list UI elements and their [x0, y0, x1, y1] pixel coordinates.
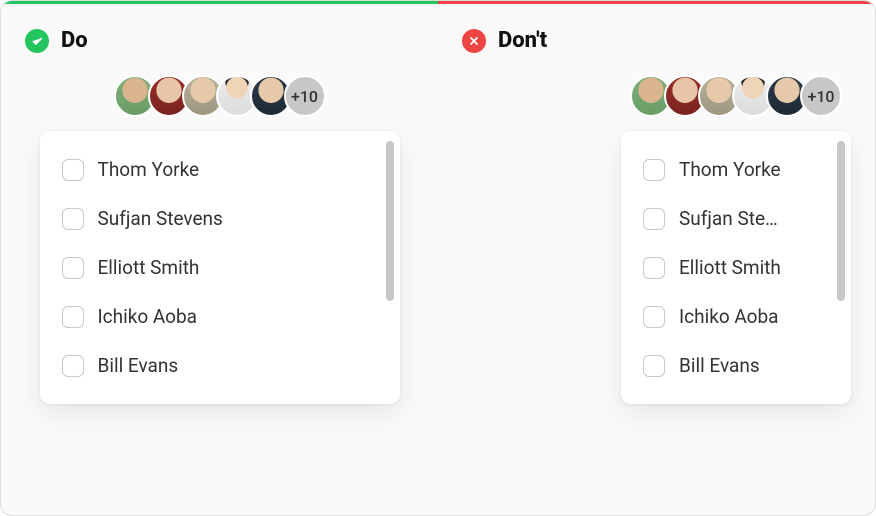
checkbox[interactable] [643, 159, 665, 181]
list-item-label: Thom Yorke [679, 158, 781, 181]
list-item-label: Ichiko Aoba [98, 305, 198, 328]
list-item[interactable]: Sufjan Stevens [58, 194, 382, 243]
user-list: Thom Yorke Sufjan Stevens Elliott Smith [40, 139, 400, 396]
list-item[interactable]: Elliott Smith [639, 243, 833, 292]
avatar-overflow-label: +10 [291, 87, 318, 106]
avatar-overflow[interactable]: +10 [284, 75, 326, 117]
list-item-label: Elliott Smith [679, 256, 781, 279]
checkbox[interactable] [62, 208, 84, 230]
avatar-overflow-label: +10 [807, 87, 834, 106]
dont-title: Don't [498, 28, 547, 53]
list-item-label: Ichiko Aoba [679, 305, 779, 328]
list-item-label: Bill Evans [679, 354, 760, 377]
list-item[interactable]: Thom Yorke [58, 145, 382, 194]
check-circle-icon [25, 29, 49, 53]
list-item[interactable]: Bill Evans [639, 341, 833, 390]
scrollbar[interactable] [386, 141, 394, 301]
list-item[interactable]: Thom Yorke [639, 145, 833, 194]
list-item[interactable]: Elliott Smith [58, 243, 382, 292]
list-item-label: Bill Evans [98, 354, 179, 377]
checkbox[interactable] [62, 257, 84, 279]
list-item-label: Sufjan Ste… [679, 207, 778, 230]
do-heading: Do [25, 28, 88, 53]
list-item-label: Sufjan Stevens [98, 207, 223, 230]
checkbox[interactable] [643, 257, 665, 279]
checkbox[interactable] [643, 306, 665, 328]
do-title: Do [61, 28, 88, 53]
list-item-label: Thom Yorke [98, 158, 200, 181]
avatar-group[interactable]: +10 [114, 75, 326, 117]
list-item[interactable]: Sufjan Ste… [639, 194, 833, 243]
example-frame: Do +10 [0, 0, 876, 516]
checkbox[interactable] [643, 355, 665, 377]
dont-heading: Don't [462, 28, 547, 53]
scrollbar[interactable] [837, 141, 845, 301]
close-circle-icon [462, 29, 486, 53]
dont-column: Don't +10 [438, 4, 875, 515]
list-item-label: Elliott Smith [98, 256, 200, 279]
popover-do: Thom Yorke Sufjan Stevens Elliott Smith [40, 131, 400, 404]
dont-content: +10 Thom Yorke Sufjan Ste… [621, 75, 851, 404]
columns: Do +10 [1, 4, 875, 515]
user-list: Thom Yorke Sufjan Ste… Elliott Smith [621, 139, 851, 396]
list-item[interactable]: Ichiko Aoba [58, 292, 382, 341]
checkbox[interactable] [62, 306, 84, 328]
list-item[interactable]: Ichiko Aoba [639, 292, 833, 341]
popover-dont: Thom Yorke Sufjan Ste… Elliott Smith [621, 131, 851, 404]
avatar-group[interactable]: +10 [630, 75, 842, 117]
do-content: +10 Thom Yorke Sufjan Stevens [40, 75, 400, 404]
do-column: Do +10 [1, 4, 438, 515]
checkbox[interactable] [62, 355, 84, 377]
checkbox[interactable] [62, 159, 84, 181]
avatar-overflow[interactable]: +10 [800, 75, 842, 117]
list-item[interactable]: Bill Evans [58, 341, 382, 390]
checkbox[interactable] [643, 208, 665, 230]
